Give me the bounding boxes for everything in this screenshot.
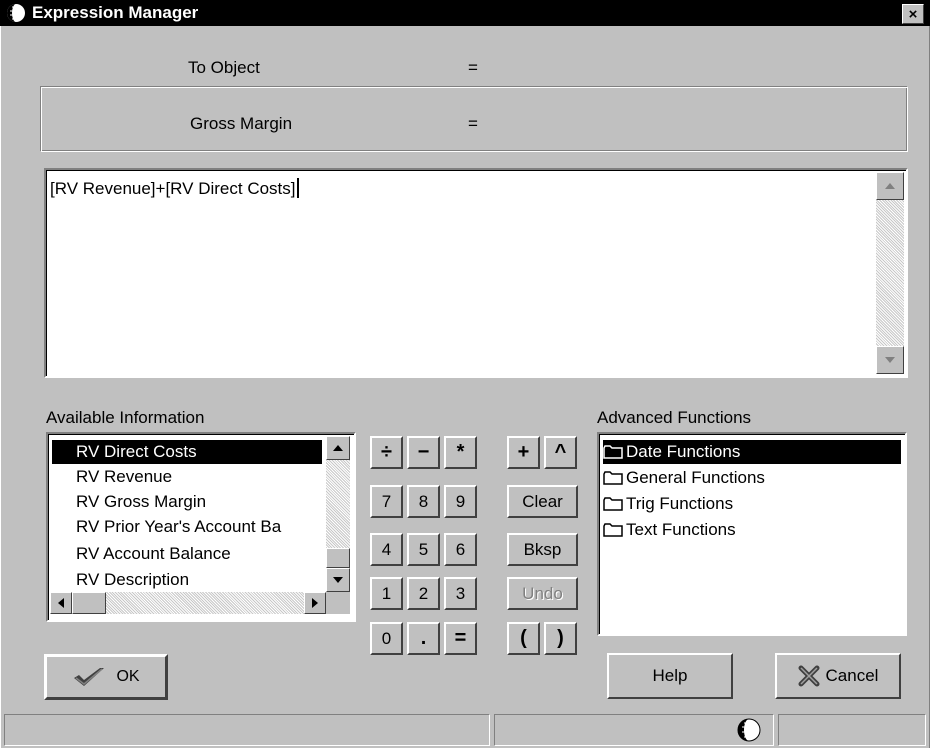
arrow-down-icon <box>885 357 895 363</box>
to-object-label: To Object <box>188 58 260 77</box>
arrow-up-icon <box>885 183 895 189</box>
status-panel-right <box>778 714 926 746</box>
folder-icon <box>603 497 623 511</box>
decimal-button[interactable]: . <box>407 622 440 655</box>
list-hscroll-thumb[interactable] <box>72 592 106 614</box>
clear-button[interactable]: Clear <box>507 485 578 518</box>
folder-icon <box>603 445 623 459</box>
folder-icon <box>603 471 623 485</box>
close-button[interactable]: × <box>902 4 924 24</box>
cancel-label: Cancel <box>825 666 879 685</box>
advanced-functions-tree[interactable]: Date Functions General Functions Trig Fu… <box>597 432 907 636</box>
ok-label: OK <box>116 668 140 685</box>
target-field-label: Gross Margin <box>190 114 293 133</box>
clear-label: Clear <box>522 491 563 511</box>
status-panel-left <box>4 714 490 746</box>
list-scroll-right-button[interactable] <box>304 592 326 614</box>
checkmark-icon <box>74 668 105 686</box>
status-bar <box>0 714 928 748</box>
tree-item-label: General Functions <box>626 468 765 487</box>
digit-8-button[interactable]: 8 <box>407 485 440 518</box>
digit-7-button[interactable]: 7 <box>370 485 403 518</box>
close-icon: × <box>908 5 918 23</box>
status-panel-middle <box>494 714 774 746</box>
divide-button[interactable]: ÷ <box>370 436 403 469</box>
list-item[interactable]: RV Gross Margin <box>52 490 322 514</box>
list-item[interactable]: RV Description <box>52 568 322 592</box>
digit-4-button[interactable]: 4 <box>370 533 403 566</box>
plus-button[interactable]: + <box>507 436 540 469</box>
list-scroll-left-button[interactable] <box>50 592 72 614</box>
expression-scrollbar[interactable] <box>876 172 904 374</box>
digit-2-button[interactable]: 2 <box>407 577 440 610</box>
scroll-down-button[interactable] <box>876 346 904 374</box>
list-hscrollbar[interactable] <box>50 592 326 614</box>
digit-6-button[interactable]: 6 <box>444 533 477 566</box>
multiply-button[interactable]: * <box>444 436 477 469</box>
available-info-label: Available Information <box>46 408 205 427</box>
list-vscrollbar[interactable] <box>326 436 350 592</box>
arrow-right-icon <box>312 598 318 608</box>
digit-5-button[interactable]: 5 <box>407 533 440 566</box>
tree-item-label: Text Functions <box>626 520 736 539</box>
list-item[interactable]: RV Account Balance <box>52 542 322 566</box>
to-object-equals: = <box>468 58 478 77</box>
tree-item-label: Date Functions <box>626 442 741 461</box>
target-equals: = <box>468 114 478 133</box>
list-item[interactable]: RV Revenue <box>52 465 322 489</box>
open-paren-button[interactable]: ( <box>507 622 540 655</box>
ok-button[interactable]: OK <box>44 654 168 700</box>
backspace-button[interactable]: Bksp <box>507 533 578 566</box>
window-title: Expression Manager <box>32 3 199 22</box>
list-scroll-down-button[interactable] <box>326 568 350 592</box>
undo-button[interactable]: Undo <box>507 577 578 610</box>
power-button[interactable]: ^ <box>544 436 577 469</box>
equals-button[interactable]: = <box>444 622 477 655</box>
digit-0-button[interactable]: 0 <box>370 622 403 655</box>
globe-icon <box>737 718 761 742</box>
minus-button[interactable]: − <box>407 436 440 469</box>
tree-item-general-functions[interactable]: General Functions <box>603 466 767 490</box>
arrow-up-icon <box>333 445 343 451</box>
list-scroll-thumb[interactable] <box>326 548 350 568</box>
scroll-corner <box>326 592 350 614</box>
help-button[interactable]: Help <box>607 653 733 699</box>
x-icon <box>798 665 820 687</box>
advanced-functions-label: Advanced Functions <box>597 408 752 427</box>
title-bar: Expression Manager × <box>0 0 930 26</box>
digit-3-button[interactable]: 3 <box>444 577 477 610</box>
globe-icon <box>7 4 25 22</box>
close-paren-button[interactable]: ) <box>544 622 577 655</box>
arrow-down-icon <box>333 577 343 583</box>
cancel-button[interactable]: Cancel <box>775 653 901 699</box>
list-scroll-up-button[interactable] <box>326 436 350 460</box>
text-caret <box>296 178 299 198</box>
tree-item-trig-functions[interactable]: Trig Functions <box>603 492 735 516</box>
expression-text: [RV Revenue]+[RV Direct Costs] <box>50 178 299 199</box>
expression-editor[interactable]: [RV Revenue]+[RV Direct Costs] <box>44 168 908 378</box>
list-item[interactable]: RV Direct Costs <box>52 440 322 464</box>
list-item[interactable]: RV Prior Year's Account Ba <box>52 515 322 539</box>
digit-1-button[interactable]: 1 <box>370 577 403 610</box>
arrow-left-icon <box>58 598 64 608</box>
tree-item-date-functions[interactable]: Date Functions <box>603 440 901 464</box>
digit-9-button[interactable]: 9 <box>444 485 477 518</box>
scroll-up-button[interactable] <box>876 172 904 200</box>
tree-item-text-functions[interactable]: Text Functions <box>603 518 738 542</box>
tree-item-label: Trig Functions <box>626 494 734 513</box>
available-info-list[interactable]: RV Direct Costs RV Revenue RV Gross Marg… <box>46 432 356 622</box>
folder-icon <box>603 523 623 537</box>
